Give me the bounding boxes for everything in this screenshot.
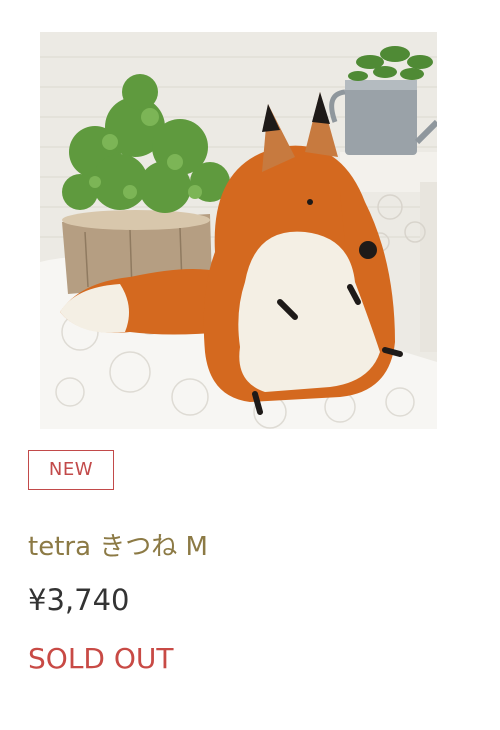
product-title-link[interactable]: tetra きつね M	[28, 526, 208, 563]
new-badge: NEW	[28, 450, 114, 490]
fox-plush-photo	[40, 32, 437, 429]
product-image-link[interactable]	[40, 32, 437, 429]
product-card: NEW tetra きつね M ¥3,740 SOLD OUT	[0, 0, 500, 730]
product-price: ¥3,740	[28, 583, 130, 617]
sold-out-status: SOLD OUT	[28, 642, 174, 675]
